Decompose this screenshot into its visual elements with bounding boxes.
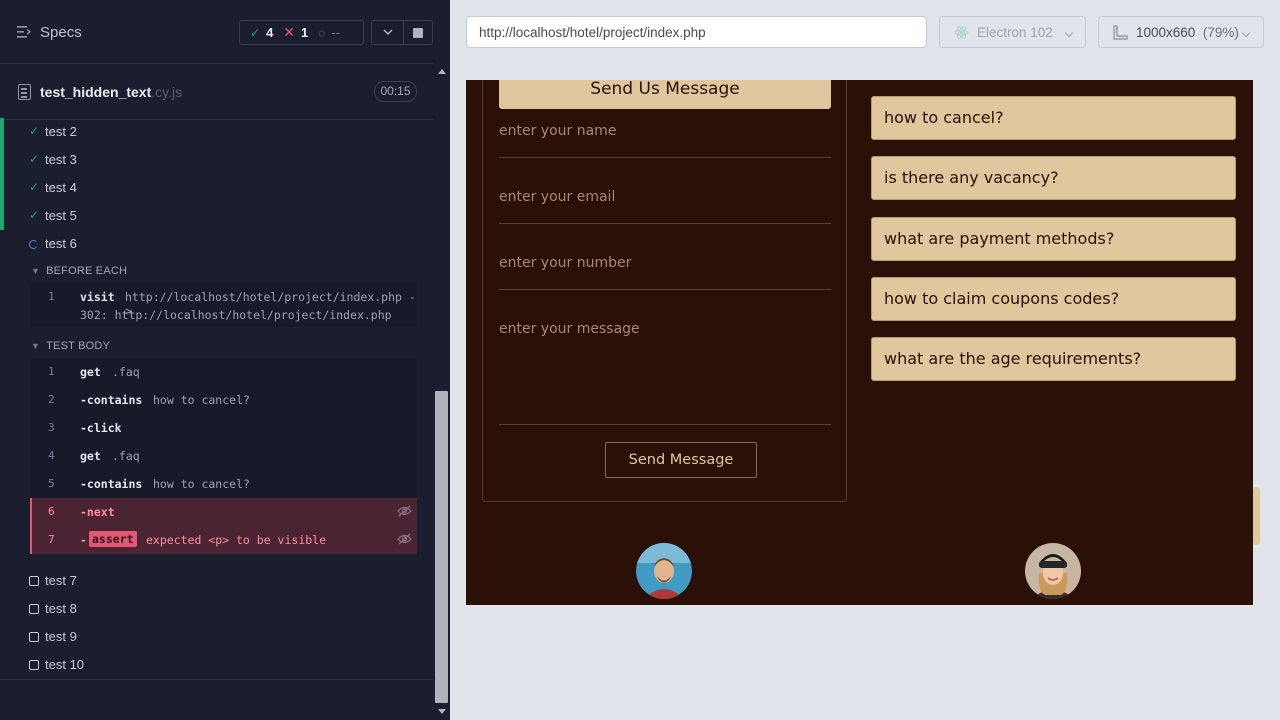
app-under-test-panel: http://localhost/hotel/project/index.php… bbox=[450, 0, 1280, 720]
faq-item[interactable]: is there any vacancy? bbox=[871, 156, 1236, 200]
test-stats: ✓ 4 ✕ 1 ◌ -- bbox=[239, 20, 364, 45]
x-icon: ✕ bbox=[283, 24, 296, 40]
command-row[interactable]: 1 visit http://localhost/hotel/project/i… bbox=[30, 283, 417, 322]
contact-form: Send Us Message enter your name enter yo… bbox=[482, 80, 847, 502]
reporter-panel: Specs ✓ 4 ✕ 1 ◌ -- test_hidden_text.cy.j… bbox=[0, 0, 450, 720]
check-icon: ✓ bbox=[250, 25, 261, 40]
chevron-down-icon bbox=[1241, 28, 1251, 38]
pending-icon bbox=[29, 660, 39, 670]
check-icon: ✓ bbox=[29, 152, 40, 166]
ruler-icon bbox=[1113, 25, 1128, 40]
electron-icon bbox=[954, 26, 969, 39]
specs-label[interactable]: Specs bbox=[40, 24, 82, 41]
before-each-commands: 1 visit http://localhost/hotel/project/i… bbox=[30, 283, 417, 327]
faq-item[interactable]: what are the age requirements? bbox=[871, 337, 1236, 381]
scroll-up-arrow-icon[interactable] bbox=[438, 69, 446, 74]
name-field[interactable]: enter your name bbox=[499, 123, 831, 158]
url-bar[interactable]: http://localhost/hotel/project/index.php bbox=[466, 16, 927, 48]
test-row-passed[interactable]: ✓ test 2 bbox=[0, 118, 433, 146]
specs-list-icon[interactable] bbox=[17, 26, 31, 38]
before-each-hook-title[interactable]: ▼ BEFORE EACH bbox=[31, 265, 127, 277]
test-row-passed[interactable]: ✓ test 5 bbox=[0, 202, 433, 230]
test-row-passed[interactable]: ✓ test 3 bbox=[0, 146, 433, 174]
spec-title: test_hidden_text.cy.js bbox=[40, 84, 183, 100]
spec-header[interactable]: test_hidden_text.cy.js 00:15 bbox=[0, 65, 433, 120]
chevron-down-icon bbox=[1064, 28, 1074, 38]
test-row-pending[interactable]: test 9 bbox=[0, 623, 433, 651]
check-icon: ✓ bbox=[29, 124, 40, 138]
reporter-scrollbar[interactable] bbox=[433, 64, 450, 720]
running-spinner-icon bbox=[29, 240, 38, 249]
chevron-down-icon: ▼ bbox=[31, 266, 41, 276]
woman-avatar-icon bbox=[1025, 543, 1081, 599]
document-icon bbox=[18, 84, 31, 100]
assert-badge: assert bbox=[89, 531, 137, 547]
stop-button[interactable] bbox=[404, 20, 433, 45]
command-row[interactable]: 3 -click bbox=[30, 414, 417, 442]
pending-icon bbox=[29, 604, 39, 614]
faq-item[interactable]: what are payment methods? bbox=[871, 217, 1236, 261]
email-field[interactable]: enter your email bbox=[499, 189, 831, 224]
command-row[interactable]: 4 get .faq bbox=[30, 442, 417, 470]
test-body-commands: 1 get .faq 2 -contains how to cancel? 3 … bbox=[30, 358, 417, 554]
stop-icon bbox=[413, 28, 423, 38]
spec-duration: 00:15 bbox=[374, 81, 417, 102]
chevron-down-icon: ▼ bbox=[31, 341, 41, 351]
test-body-title[interactable]: ▼ TEST BODY bbox=[31, 340, 110, 352]
spinner-icon: ◌ bbox=[318, 25, 326, 40]
avatar bbox=[1025, 543, 1081, 599]
viewport-size-selector[interactable]: 1000x660 (79%) bbox=[1098, 16, 1264, 48]
number-field[interactable]: enter your number bbox=[499, 255, 831, 290]
faq-item[interactable]: how to cancel? bbox=[871, 96, 1236, 140]
contact-form-title: Send Us Message bbox=[499, 80, 831, 109]
faq-item[interactable]: how to claim coupons codes? bbox=[871, 277, 1236, 321]
command-row[interactable]: 1 get .faq bbox=[30, 358, 417, 386]
command-row-failed[interactable]: 7 - assert expected <p> to be visible bbox=[30, 526, 417, 554]
pending-count: ◌ -- bbox=[318, 25, 341, 40]
check-icon: ✓ bbox=[29, 180, 40, 194]
hidden-eye-icon[interactable] bbox=[397, 533, 412, 545]
command-row[interactable]: 5 -contains how to cancel? bbox=[30, 470, 417, 498]
reporter-header: Specs ✓ 4 ✕ 1 ◌ -- bbox=[0, 0, 433, 64]
send-message-button[interactable]: Send Message bbox=[605, 442, 757, 478]
test-row-pending[interactable]: test 8 bbox=[0, 595, 433, 623]
command-row[interactable]: 2 -contains how to cancel? bbox=[30, 386, 417, 414]
man-avatar-icon bbox=[636, 543, 692, 599]
app-viewport: Send Us Message enter your name enter yo… bbox=[466, 80, 1253, 605]
test-row-pending[interactable]: test 10 bbox=[0, 651, 433, 679]
avatar bbox=[636, 543, 692, 599]
message-field[interactable]: enter your message bbox=[499, 321, 831, 425]
failed-count: ✕ 1 bbox=[283, 24, 309, 40]
scroll-down-arrow-icon[interactable] bbox=[438, 709, 446, 714]
scrollbar-thumb[interactable] bbox=[435, 391, 448, 703]
check-icon: ✓ bbox=[29, 208, 40, 222]
chevron-down-icon bbox=[383, 29, 393, 36]
app-scrollbar-thumb[interactable] bbox=[1253, 487, 1260, 545]
command-row-failed[interactable]: 6 -next bbox=[30, 498, 417, 526]
browser-selector[interactable]: Electron 102 bbox=[939, 16, 1086, 48]
test-row-running[interactable]: test 6 bbox=[0, 230, 433, 258]
test-row-pending[interactable]: test 7 bbox=[0, 567, 433, 595]
pending-icon bbox=[29, 576, 39, 586]
hidden-eye-icon[interactable] bbox=[397, 505, 412, 517]
passed-count: ✓ 4 bbox=[250, 25, 274, 40]
toggle-auto-scroll-button[interactable] bbox=[371, 20, 404, 45]
pending-icon bbox=[29, 632, 39, 642]
test-row-passed[interactable]: ✓ test 4 bbox=[0, 174, 433, 202]
